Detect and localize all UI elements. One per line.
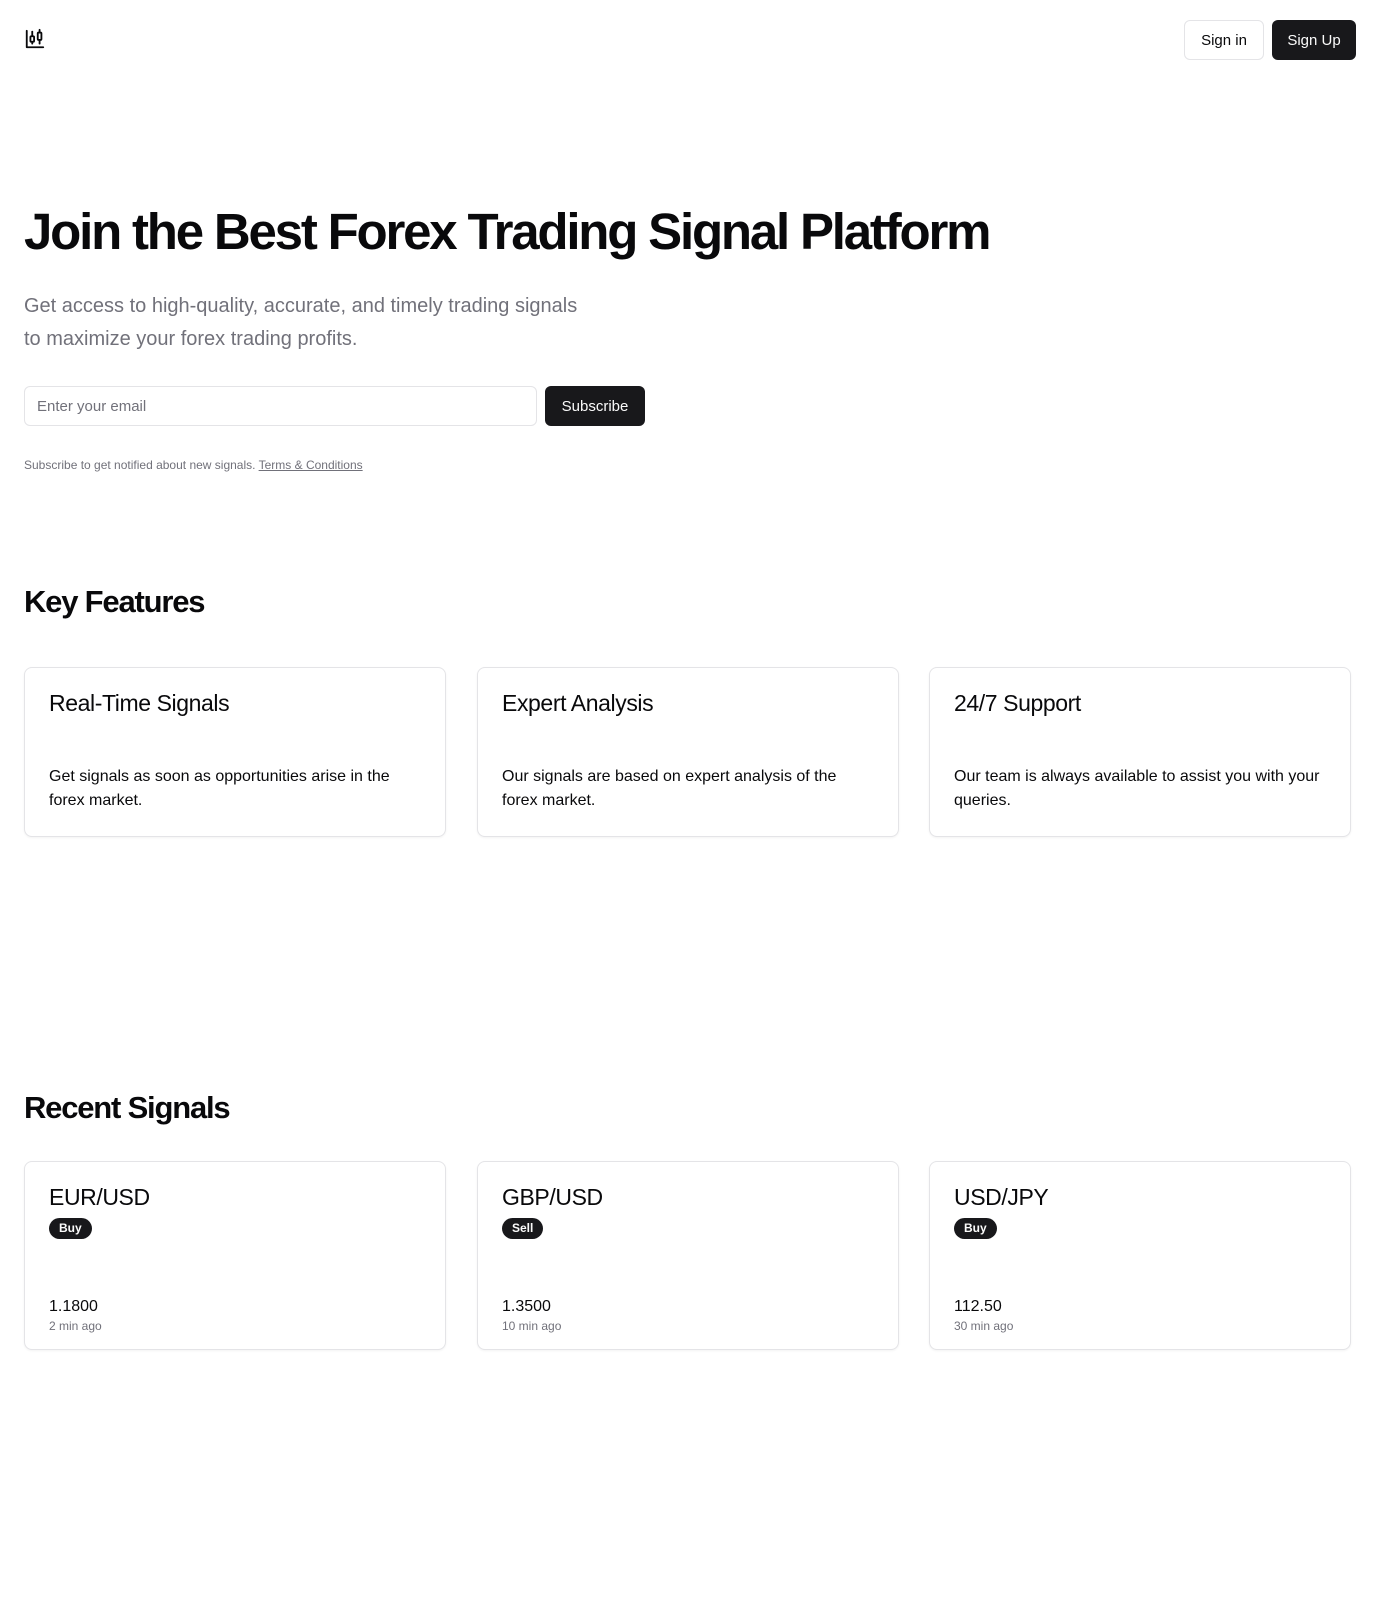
feature-card-desc: Our team is always available to assist y… [954, 768, 1320, 809]
page: Sign in Sign Up Join the Best Forex Trad… [0, 0, 1376, 1609]
features-title: Key Features [24, 584, 206, 619]
signal-card: GBP/USD Sell 1.3500 10 min ago [477, 1161, 899, 1350]
signal-action-badge: Buy [49, 1218, 92, 1239]
signal-action-badge: Sell [502, 1218, 544, 1239]
candlestick-chart-icon[interactable] [24, 28, 46, 50]
feature-card: Real-Time Signals Get signals as soon as… [24, 667, 446, 837]
hero-subtitle-line1: Get access to high-quality, accurate, an… [24, 295, 578, 317]
feature-card-title: Expert Analysis [502, 690, 654, 716]
subscribe-button[interactable]: Subscribe [545, 386, 645, 426]
hero-subtitle: Get access to high-quality, accurate, an… [24, 290, 664, 356]
signal-pair: EUR/USD [49, 1184, 150, 1210]
signal-pair: GBP/USD [502, 1184, 603, 1210]
sign-up-button[interactable]: Sign Up [1272, 20, 1356, 60]
header: Sign in Sign Up [0, 0, 1376, 80]
signal-price: 112.50 [954, 1298, 1002, 1315]
signal-time: 10 min ago [502, 1319, 562, 1333]
terms-link[interactable]: Terms & Conditions [259, 458, 363, 472]
feature-card: 24/7 Support Our team is always availabl… [929, 667, 1351, 837]
feature-card: Expert Analysis Our signals are based on… [477, 667, 899, 837]
email-input[interactable] [24, 386, 537, 426]
signals-title: Recent Signals [24, 1090, 231, 1125]
subscribe-fine-print: Subscribe to get notified about new sign… [24, 458, 363, 472]
signal-card: EUR/USD Buy 1.1800 2 min ago [24, 1161, 446, 1350]
signal-action-badge: Buy [954, 1218, 997, 1239]
hero-title: Join the Best Forex Trading Signal Platf… [24, 203, 991, 260]
feature-card-title: Real-Time Signals [49, 690, 230, 716]
signal-price: 1.3500 [502, 1298, 551, 1315]
signal-card: USD/JPY Buy 112.50 30 min ago [929, 1161, 1351, 1350]
sign-in-button[interactable]: Sign in [1184, 20, 1264, 60]
feature-card-desc: Our signals are based on expert analysis… [502, 768, 837, 809]
signal-time: 30 min ago [954, 1319, 1014, 1333]
signal-pair: USD/JPY [954, 1184, 1049, 1210]
fine-print-text: Subscribe to get notified about new sign… [24, 458, 259, 472]
feature-card-title: 24/7 Support [954, 690, 1081, 716]
feature-card-desc: Get signals as soon as opportunities ari… [49, 768, 390, 809]
signal-price: 1.1800 [49, 1298, 98, 1315]
signal-time: 2 min ago [49, 1319, 102, 1333]
hero-subtitle-line2: to maximize your forex trading profits. [24, 328, 358, 350]
